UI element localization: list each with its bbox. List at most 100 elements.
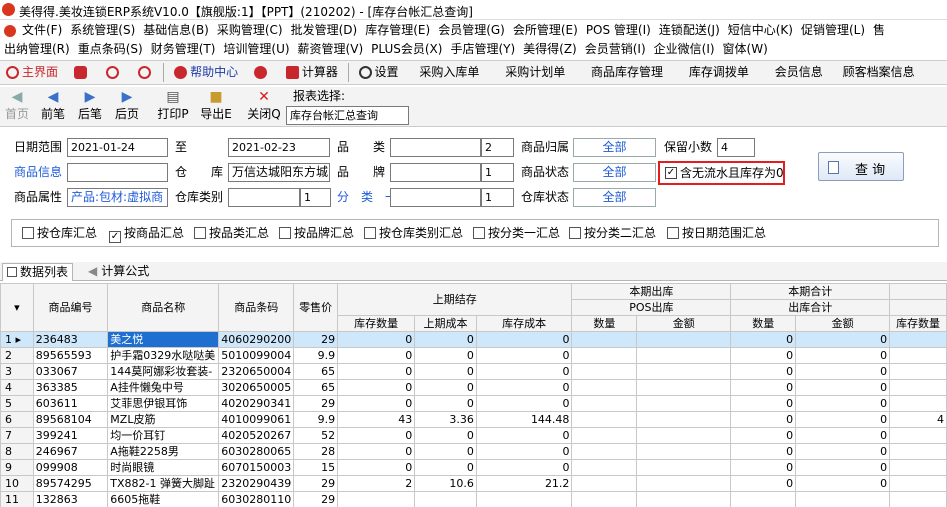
query-button[interactable]: 查 询: [818, 152, 904, 181]
house-button[interactable]: [248, 61, 276, 84]
col-header-total-qty[interactable]: 数量: [730, 315, 797, 332]
col-header-code[interactable]: 商品编号: [32, 283, 109, 332]
table-cell[interactable]: [571, 347, 638, 364]
table-cell[interactable]: 29: [293, 491, 339, 507]
table-cell[interactable]: 363385: [32, 379, 109, 396]
table-cell[interactable]: 美之悦: [107, 331, 220, 348]
table-cell[interactable]: 艾菲思伊银耳饰: [107, 395, 220, 412]
table-cell[interactable]: [571, 427, 638, 444]
table-cell[interactable]: 6030280110: [218, 491, 295, 507]
table-cell[interactable]: [571, 459, 638, 476]
tip-button[interactable]: [132, 61, 160, 84]
table-cell[interactable]: 0: [337, 427, 416, 444]
table-cell[interactable]: 0: [730, 411, 797, 428]
category-field[interactable]: [390, 138, 481, 157]
table-cell[interactable]: 0: [414, 379, 477, 396]
table-cell[interactable]: 65: [293, 363, 339, 380]
row-number-cell[interactable]: 10: [0, 475, 34, 492]
table-cell[interactable]: [475, 491, 573, 507]
chat-button[interactable]: [100, 61, 128, 84]
summary-option-checkbox[interactable]: 按品类汇总: [194, 226, 269, 240]
table-cell[interactable]: [889, 331, 947, 348]
table-cell[interactable]: 0: [475, 331, 573, 348]
table-cell[interactable]: 0: [730, 395, 797, 412]
table-cell[interactable]: 0: [730, 459, 797, 476]
summary-option-checkbox[interactable]: 按分类二汇总: [569, 226, 656, 240]
row-number-cell[interactable]: 3: [0, 363, 34, 380]
class1-link[interactable]: 分 类 一: [337, 188, 397, 206]
menu-item[interactable]: 系统管理(S): [66, 21, 139, 40]
col-header-pos-qty[interactable]: 数量: [571, 315, 638, 332]
table-cell[interactable]: [795, 491, 891, 507]
table-cell[interactable]: 0: [414, 459, 477, 476]
table-cell[interactable]: [636, 411, 732, 428]
menu-item[interactable]: 库存管理(E): [361, 21, 434, 40]
table-cell[interactable]: 236483: [32, 331, 109, 348]
table-cell[interactable]: 0: [337, 395, 416, 412]
warehouse-field[interactable]: 万信达城阳东方城: [228, 163, 330, 182]
owner-select[interactable]: 全部: [573, 138, 656, 157]
table-cell[interactable]: [636, 459, 732, 476]
table-cell[interactable]: 0: [337, 379, 416, 396]
menu-item[interactable]: 短信中心(K): [724, 21, 797, 40]
tab-data-list[interactable]: 数据列表: [2, 263, 74, 281]
last-page-button[interactable]: ▶ 后页: [112, 89, 142, 122]
table-cell[interactable]: 89565593: [32, 347, 109, 364]
table-cell[interactable]: [571, 411, 638, 428]
settings-button[interactable]: 设置: [353, 61, 405, 84]
export-button[interactable]: ■ 导出E: [199, 89, 233, 122]
table-cell[interactable]: [571, 443, 638, 460]
table-cell[interactable]: [730, 491, 797, 507]
table-cell[interactable]: 399241: [32, 427, 109, 444]
date-from-field[interactable]: 2021-01-24: [67, 138, 168, 157]
table-cell[interactable]: [636, 331, 732, 348]
menu-item[interactable]: 连锁配送(J): [655, 21, 724, 40]
warehouse-cat-field[interactable]: [228, 188, 300, 207]
table-cell[interactable]: 均一价耳钉: [107, 427, 220, 444]
menu-item[interactable]: 企业微信(I): [650, 40, 719, 59]
table-cell[interactable]: 0: [414, 331, 477, 348]
help-center-button[interactable]: 帮助中心: [168, 61, 244, 84]
row-number-cell[interactable]: 11: [0, 491, 34, 507]
table-cell[interactable]: 0: [475, 379, 573, 396]
table-cell[interactable]: 护手霜0329水哒哒美: [107, 347, 220, 364]
table-cell[interactable]: 52: [293, 427, 339, 444]
table-cell[interactable]: 3020650005: [218, 379, 295, 396]
decimals-field[interactable]: 4: [717, 138, 755, 157]
goods-status-select[interactable]: 全部: [573, 163, 656, 182]
table-cell[interactable]: 0: [414, 427, 477, 444]
table-cell[interactable]: 0: [795, 475, 891, 492]
row-number-cell[interactable]: 4: [0, 379, 34, 396]
table-cell[interactable]: A拖鞋2258男: [107, 443, 220, 460]
table-cell[interactable]: 3.36: [414, 411, 477, 428]
summary-option-checkbox[interactable]: ✓ 按商品汇总: [109, 226, 184, 243]
table-cell[interactable]: 65: [293, 379, 339, 396]
table-cell[interactable]: 0: [730, 347, 797, 364]
menu-item[interactable]: 薪资管理(V): [294, 40, 368, 59]
table-cell[interactable]: 4: [889, 411, 947, 428]
summary-option-checkbox[interactable]: 按分类一汇总: [473, 226, 560, 240]
table-row[interactable]: 2 89565593 护手霜0329水哒哒美 5010099004 9.9 0 0 0 0 0: [0, 347, 947, 364]
row-number-cell[interactable]: 6: [0, 411, 34, 428]
menu-item[interactable]: 文件(F): [18, 21, 66, 40]
table-row[interactable]: 1 ▸ 236483 美之悦 4060290200 29 0 0 0 0 0: [0, 331, 947, 348]
table-cell[interactable]: 0: [414, 395, 477, 412]
first-page-button[interactable]: ◀ 首页: [2, 89, 32, 122]
table-cell[interactable]: 4010099061: [218, 411, 295, 428]
table-row[interactable]: 7 399241 均一价耳钉 4020520267 52 0 0 0 0 0: [0, 427, 947, 444]
row-number-cell[interactable]: 8: [0, 443, 34, 460]
table-cell[interactable]: 144莫阿娜彩妆套装-: [107, 363, 220, 380]
table-cell[interactable]: 0: [730, 379, 797, 396]
col-header-price[interactable]: 零售价: [293, 283, 339, 332]
col-header-barcode[interactable]: 商品条码: [218, 283, 295, 332]
table-cell[interactable]: 0: [337, 459, 416, 476]
table-cell[interactable]: 0: [475, 347, 573, 364]
close-button[interactable]: ✕ 关闭Q: [246, 89, 282, 122]
table-cell[interactable]: [571, 491, 638, 507]
col-header-stock-qty[interactable]: 库存数量: [889, 315, 947, 332]
table-cell[interactable]: 89574295: [32, 475, 109, 492]
tab-formula[interactable]: ◀ 计算公式: [84, 263, 153, 281]
table-cell[interactable]: 2: [337, 475, 416, 492]
table-cell[interactable]: [337, 491, 416, 507]
table-cell[interactable]: 0: [795, 379, 891, 396]
